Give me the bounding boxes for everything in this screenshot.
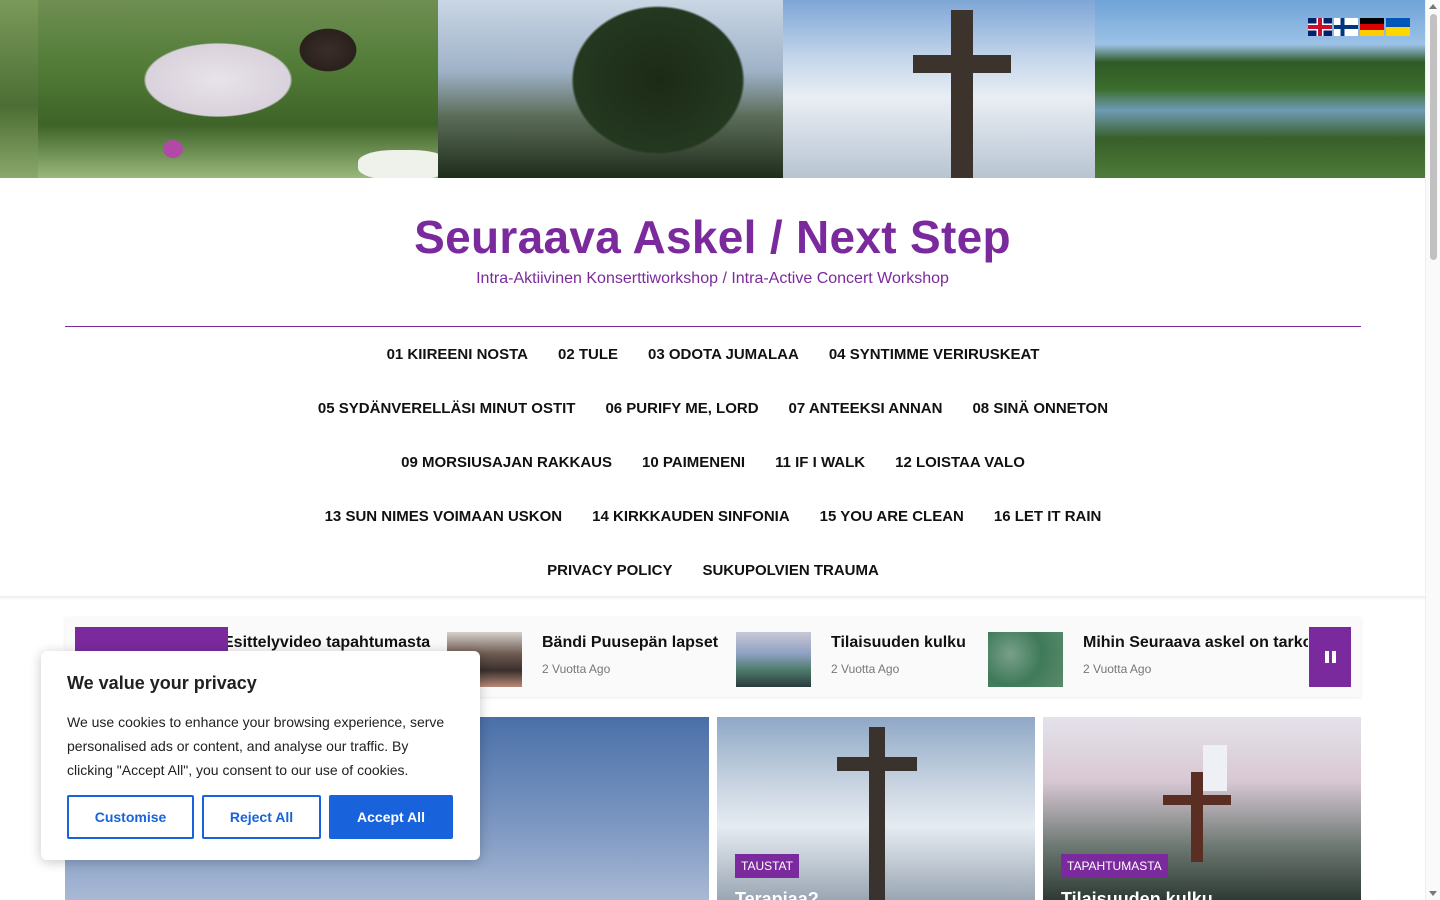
language-switcher xyxy=(1308,18,1410,36)
post-title[interactable]: Terapiaa? xyxy=(735,889,819,900)
nav-item[interactable]: PRIVACY POLICY xyxy=(547,562,672,579)
scroll-up-icon[interactable] xyxy=(1429,4,1437,9)
site-tagline: Intra-Aktiivinen Konserttiworkshop / Int… xyxy=(476,270,949,287)
cross-horizontal xyxy=(913,55,1011,73)
ticker-item-title[interactable]: Esittelyvideo tapahtumasta xyxy=(228,634,430,652)
header-banner xyxy=(0,0,1425,178)
cross-vertical xyxy=(951,10,973,178)
nav-item[interactable]: 02 TULE xyxy=(558,346,618,363)
nav-item[interactable]: SUKUPOLVIEN TRAUMA xyxy=(702,562,878,579)
ticker-item-title[interactable]: Mihin Seuraava askel on tarkoitettu xyxy=(1083,634,1308,652)
cross-horizontal xyxy=(837,757,917,771)
banner-photo-cross xyxy=(783,0,1095,178)
cookie-description: We use cookies to enhance your browsing … xyxy=(67,714,445,778)
pause-icon xyxy=(1324,651,1329,663)
site-title[interactable]: Seuraava Askel / Next Step xyxy=(0,210,1425,264)
post-title[interactable]: Tilaisuuden kulku xyxy=(1061,889,1213,900)
reject-all-button[interactable]: Reject All xyxy=(202,795,321,839)
nav-item[interactable]: 15 YOU ARE CLEAN xyxy=(820,508,964,525)
nav-item[interactable]: 16 LET IT RAIN xyxy=(994,508,1102,525)
thistle-flower xyxy=(163,140,183,158)
banner-photo-sheep xyxy=(38,0,448,178)
nav-item[interactable]: 08 SINÄ ONNETON xyxy=(972,400,1108,417)
nav-item[interactable]: 13 SUN NIMES VOIMAAN USKON xyxy=(325,508,563,525)
nav-item[interactable]: 12 LOISTAA VALO xyxy=(895,454,1025,471)
white-flowers xyxy=(358,150,448,178)
ticker-item[interactable]: Mihin Seuraava askel on tarkoitettu 2 Vu… xyxy=(988,632,1308,687)
nav-row: 05 SYDÄNVERELLÄSI MINUT OSTIT 06 PURIFY … xyxy=(65,381,1361,435)
nav-item[interactable]: 11 IF I WALK xyxy=(775,454,865,471)
ticker-item-title[interactable]: Tilaisuuden kulku xyxy=(831,634,966,652)
customise-button[interactable]: Customise xyxy=(67,795,194,839)
accept-all-button[interactable]: Accept All xyxy=(329,795,453,839)
nav-item[interactable]: 05 SYDÄNVERELLÄSI MINUT OSTIT xyxy=(318,400,576,417)
cookie-consent-dialog: We value your privacy We use cookies to … xyxy=(41,651,480,860)
ticker-thumbnail[interactable] xyxy=(988,632,1063,687)
cross-vertical xyxy=(869,727,885,900)
cross-vertical xyxy=(1191,772,1203,862)
ticker-pause-button[interactable] xyxy=(1309,627,1351,687)
banner-photo-trees xyxy=(438,0,783,178)
cookie-title: We value your privacy xyxy=(67,673,257,693)
post-card[interactable]: TAUSTAT Terapiaa? xyxy=(717,717,1035,900)
category-badge[interactable]: TAUSTAT xyxy=(735,854,799,878)
ticker-thumbnail[interactable] xyxy=(736,632,811,687)
nav-item[interactable]: 07 ANTEEKSI ANNAN xyxy=(789,400,943,417)
scroll-down-icon[interactable] xyxy=(1429,891,1437,896)
page-scrollbar[interactable] xyxy=(1425,0,1440,900)
nav-row: 01 KIIREENI NOSTA 02 TULE 03 ODOTA JUMAL… xyxy=(65,327,1361,381)
ticker-item-date: 2 Vuotta Ago xyxy=(831,662,900,676)
nav-item[interactable]: 01 KIIREENI NOSTA xyxy=(387,346,528,363)
nav-item[interactable]: 04 SYNTIMME VERIRUSKEAT xyxy=(829,346,1040,363)
ticker-item[interactable]: Esittelyvideo tapahtumasta xyxy=(228,632,430,652)
post-card[interactable]: TAPAHTUMASTA Tilaisuuden kulku xyxy=(1043,717,1361,900)
ukraine-flag-icon[interactable] xyxy=(1386,18,1410,36)
cookie-buttons: Customise Reject All Accept All xyxy=(67,795,453,839)
church-window xyxy=(1203,745,1227,791)
ticker-item[interactable]: Bändi Puusepän lapset 2 Vuotta Ago xyxy=(447,632,718,687)
nav-item[interactable]: 14 KIRKKAUDEN SINFONIA xyxy=(592,508,790,525)
cross-horizontal xyxy=(1163,795,1231,805)
ticker-item-date: 2 Vuotta Ago xyxy=(1083,662,1152,676)
pause-icon xyxy=(1331,651,1336,663)
uk-flag-icon[interactable] xyxy=(1308,18,1332,36)
main-navigation: 01 KIIREENI NOSTA 02 TULE 03 ODOTA JUMAL… xyxy=(65,327,1361,597)
nav-item[interactable]: 03 ODOTA JUMALAA xyxy=(648,346,799,363)
ticker-item[interactable]: Tilaisuuden kulku 2 Vuotta Ago xyxy=(736,632,966,687)
finland-flag-icon[interactable] xyxy=(1334,18,1358,36)
nav-item[interactable]: 09 MORSIUSAJAN RAKKAUS xyxy=(401,454,612,471)
banner-photo-grass xyxy=(0,0,38,178)
scrollbar-thumb[interactable] xyxy=(1430,14,1437,260)
ticker-item-title[interactable]: Bändi Puusepän lapset xyxy=(542,634,718,652)
ticker-item-date: 2 Vuotta Ago xyxy=(542,662,611,676)
nav-item[interactable]: 10 PAIMENENI xyxy=(642,454,745,471)
nav-row: PRIVACY POLICY SUKUPOLVIEN TRAUMA xyxy=(65,543,1361,597)
category-badge[interactable]: TAPAHTUMASTA xyxy=(1061,854,1168,878)
nav-row: 09 MORSIUSAJAN RAKKAUS 10 PAIMENENI 11 I… xyxy=(65,435,1361,489)
header-shadow xyxy=(0,596,1425,600)
nav-item[interactable]: 06 PURIFY ME, LORD xyxy=(605,400,758,417)
germany-flag-icon[interactable] xyxy=(1360,18,1384,36)
nav-row: 13 SUN NIMES VOIMAAN USKON 14 KIRKKAUDEN… xyxy=(65,489,1361,543)
